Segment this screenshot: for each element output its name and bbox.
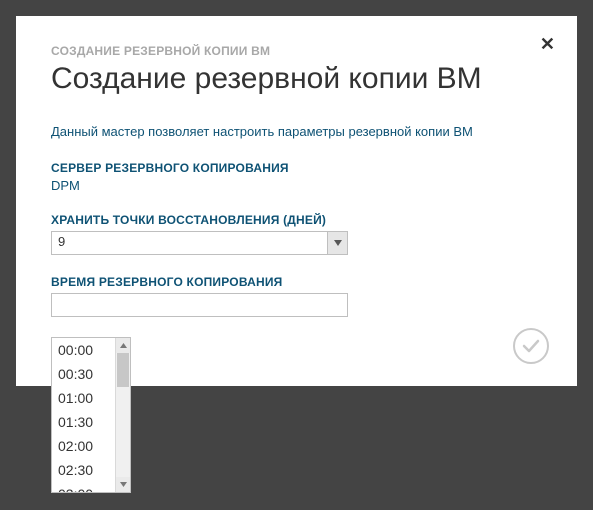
time-option[interactable]: 03:00 (52, 482, 115, 492)
backup-server-label: СЕРВЕР РЕЗЕРВНОГО КОПИРОВАНИЯ (51, 161, 542, 175)
backup-time-dropdown: 00:0000:3001:0001:3002:0002:3003:00 (51, 337, 131, 493)
time-option[interactable]: 00:30 (52, 362, 115, 386)
backup-server-value: DPM (51, 178, 542, 193)
retention-days-combobox[interactable]: 9 (51, 231, 348, 255)
breadcrumb: СОЗДАНИЕ РЕЗЕРВНОЙ КОПИИ ВМ (51, 44, 542, 58)
backup-time-input-wrapper (51, 293, 348, 317)
backup-vm-dialog: ✕ СОЗДАНИЕ РЕЗЕРВНОЙ КОПИИ ВМ Создание р… (16, 16, 577, 386)
scroll-thumb[interactable] (117, 353, 129, 387)
wizard-description: Данный мастер позволяет настроить параме… (51, 124, 542, 139)
scroll-track[interactable] (116, 353, 130, 477)
retention-days-value[interactable]: 9 (52, 232, 327, 254)
backup-time-input[interactable] (52, 294, 347, 316)
scroll-down-icon[interactable] (116, 477, 130, 492)
time-option[interactable]: 02:30 (52, 458, 115, 482)
close-icon[interactable]: ✕ (540, 34, 555, 55)
check-icon (521, 336, 541, 356)
retention-days-label: ХРАНИТЬ ТОЧКИ ВОССТАНОВЛЕНИЯ (ДНЕЙ) (51, 213, 542, 227)
time-option[interactable]: 01:30 (52, 410, 115, 434)
time-option[interactable]: 00:00 (52, 338, 115, 362)
dropdown-scrollbar[interactable] (115, 338, 130, 492)
time-option[interactable]: 01:00 (52, 386, 115, 410)
confirm-button[interactable] (513, 328, 549, 364)
time-option[interactable]: 02:00 (52, 434, 115, 458)
scroll-up-icon[interactable] (116, 338, 130, 353)
chevron-down-icon[interactable] (327, 232, 347, 254)
page-title: Создание резервной копии ВМ (51, 62, 542, 96)
backup-time-label: ВРЕМЯ РЕЗЕРВНОГО КОПИРОВАНИЯ (51, 275, 542, 289)
